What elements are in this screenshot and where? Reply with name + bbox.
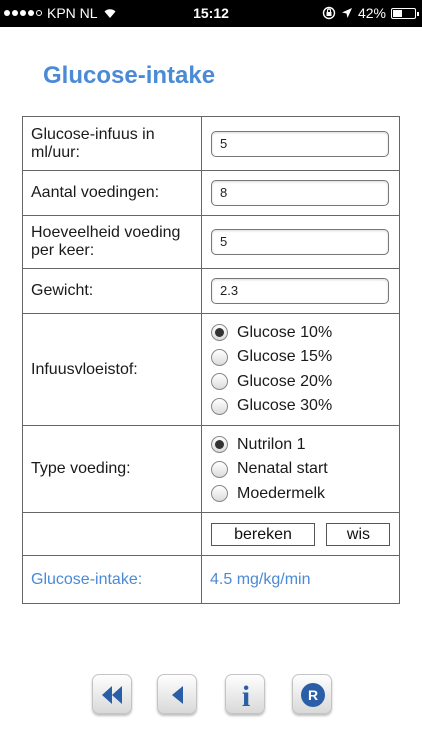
status-bar: KPN NL 15:12 42%	[0, 0, 422, 27]
row-type-voeding: Type voeding: Nutrilon 1 Nenatal start M…	[22, 425, 400, 513]
aantal-cell: 8	[201, 170, 400, 216]
battery-icon	[391, 7, 419, 19]
radio-icon[interactable]	[211, 397, 228, 415]
infuus-label: Glucose-infuus in ml/uur:	[22, 116, 202, 171]
infuus-cell: 5	[201, 116, 400, 171]
row-hoeveelheid: Hoeveelheid voeding per keer: 5	[22, 215, 400, 269]
option-label: Glucose 30%	[237, 397, 333, 415]
info-glyph: i	[242, 680, 250, 713]
option-glucose-10[interactable]: Glucose 10%	[211, 321, 391, 346]
row-infuus: Glucose-infuus in ml/uur: 5	[22, 116, 400, 171]
type-voeding-label: Type voeding:	[22, 425, 202, 513]
option-glucose-30[interactable]: Glucose 30%	[211, 394, 391, 419]
option-label: Glucose 20%	[237, 372, 333, 390]
rewind-icon	[102, 686, 122, 704]
aantal-label: Aantal voedingen:	[22, 170, 202, 216]
hoeveelheid-input[interactable]: 5	[211, 229, 389, 255]
option-glucose-20[interactable]: Glucose 20%	[211, 370, 391, 395]
radio-icon[interactable]	[211, 348, 228, 366]
r-glyph: R	[308, 687, 318, 703]
back-button[interactable]	[157, 674, 197, 714]
battery-percent: 42%	[357, 5, 386, 21]
row-gewicht: Gewicht: 2.3	[22, 268, 400, 314]
aantal-input[interactable]: 8	[211, 180, 389, 206]
result-label: Glucose-intake:	[22, 555, 202, 604]
bereken-button[interactable]: bereken	[211, 522, 315, 546]
wis-button[interactable]: wis	[326, 522, 391, 546]
radio-icon[interactable]	[211, 485, 228, 502]
option-nenatal-start[interactable]: Nenatal start	[211, 457, 391, 482]
location-icon	[341, 8, 352, 18]
gewicht-input[interactable]: 2.3	[211, 278, 389, 304]
buttons-cell: bereken wis	[201, 512, 400, 556]
status-bar-right: 42%	[322, 5, 419, 21]
infuusvloeistof-options: Glucose 10% Glucose 15% Glucose 20% Gluc…	[201, 313, 400, 426]
row-buttons: bereken wis	[22, 512, 400, 556]
gewicht-cell: 2.3	[201, 268, 400, 314]
radio-icon[interactable]	[211, 373, 228, 391]
r-button[interactable]: R	[292, 674, 332, 714]
infuusvloeistof-label: Infuusvloeistof:	[22, 313, 202, 426]
back-icon	[172, 686, 183, 704]
radio-icon[interactable]	[211, 460, 228, 478]
row-infuusvloeistof: Infuusvloeistof: Glucose 10% Glucose 15%…	[22, 313, 400, 426]
radio-checked-icon[interactable]	[211, 324, 228, 342]
option-label: Nutrilon 1	[237, 435, 306, 453]
result-value: 4.5 mg/kg/min	[201, 555, 400, 604]
infuus-input[interactable]: 5	[211, 130, 389, 157]
option-label: Glucose 10%	[237, 323, 333, 341]
orientation-lock-icon	[322, 6, 336, 20]
option-label: Moedermelk	[237, 484, 326, 502]
glucose-form: Glucose-infuus in ml/uur: 5 Aantal voedi…	[22, 116, 400, 604]
info-button[interactable]: i	[225, 674, 265, 714]
rewind-button[interactable]	[92, 674, 132, 714]
type-voeding-options: Nutrilon 1 Nenatal start Moedermelk	[201, 425, 400, 513]
option-label: Glucose 15%	[237, 348, 333, 366]
info-icon: i	[242, 680, 250, 713]
row-aantal: Aantal voedingen: 8	[22, 170, 400, 216]
row-result: Glucose-intake: 4.5 mg/kg/min	[22, 555, 400, 604]
option-glucose-15[interactable]: Glucose 15%	[211, 345, 391, 370]
gewicht-label: Gewicht:	[22, 268, 202, 314]
radio-checked-icon[interactable]	[211, 436, 228, 453]
option-nutrilon-1[interactable]: Nutrilon 1	[211, 432, 391, 457]
page-title: Glucose-intake	[43, 62, 216, 89]
hoeveelheid-label: Hoeveelheid voeding per keer:	[22, 215, 202, 269]
option-label: Nenatal start	[237, 460, 328, 477]
empty-cell	[22, 512, 202, 556]
hoeveelheid-cell: 5	[201, 215, 400, 269]
option-moedermelk[interactable]: Moedermelk	[211, 481, 391, 506]
r-icon: R	[301, 683, 325, 707]
